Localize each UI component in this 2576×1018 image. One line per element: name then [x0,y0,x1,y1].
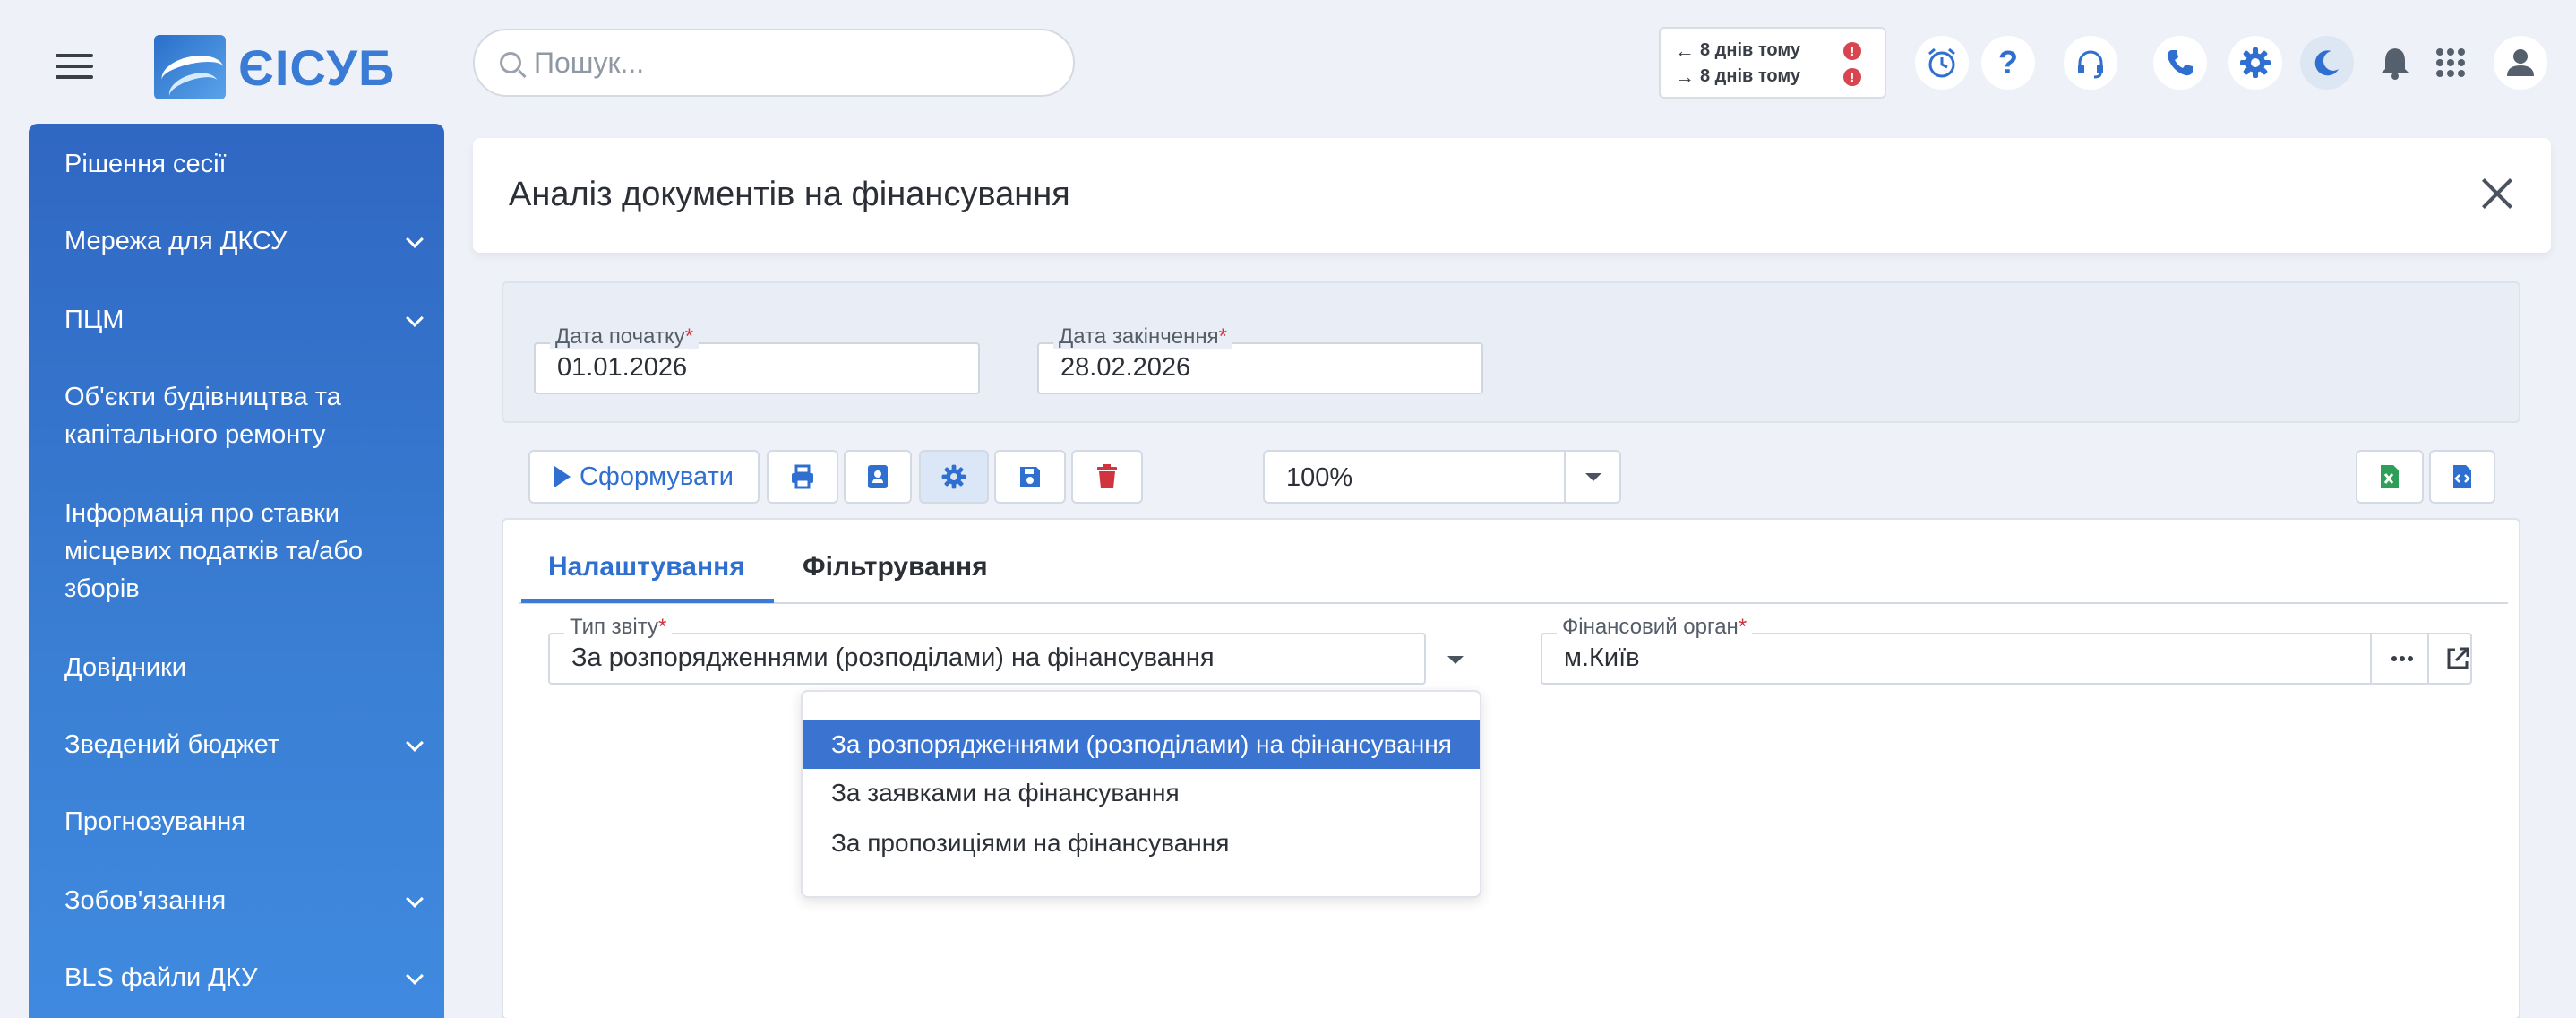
caret-down-icon[interactable] [1447,656,1464,664]
open-external-icon[interactable] [2434,636,2481,681]
sidebar-item-bls-files[interactable]: BLS файли ДКУ [64,959,424,996]
sidebar: Рішення сесії Мережа для ДКСУ ПЦМ Об'єкт… [29,124,444,1018]
start-date-field[interactable]: Дата початку* 01.01.2026 [534,324,980,394]
alert-icon: ! [1843,67,1861,86]
sidebar-item-label: Прогнозування [64,807,245,836]
financial-body-field[interactable]: Фінансовий орган* м.Київ [1541,615,2472,685]
alert-icon: ! [1843,41,1861,60]
sync-status[interactable]: ← 8 днів тому ! → 8 днів тому ! [1659,27,1886,99]
sidebar-item-label: Рішення сесії [64,150,227,178]
sidebar-item-label: ПЦМ [64,306,125,334]
moon-icon[interactable] [2300,36,2354,90]
sidebar-item-forecasting[interactable]: Прогнозування [64,803,423,841]
play-icon [554,466,571,487]
menu-icon[interactable] [56,54,93,81]
apps-grid-icon[interactable] [2424,36,2477,90]
sidebar-item-session-decisions[interactable]: Рішення сесії [64,145,423,183]
chevron-down-icon [406,309,424,327]
more-options-icon[interactable] [2377,636,2427,681]
zoom-select[interactable]: 100% [1263,450,1621,504]
contact-card-icon [868,465,888,488]
code-file-icon [2453,465,2471,488]
chevron-down-icon [406,734,424,752]
alarm-clock-icon[interactable] [1915,36,1969,90]
logo-text: ЄІСУБ [238,39,396,96]
dropdown-option[interactable]: За розпорядженнями (розподілами) на фіна… [803,720,1480,769]
sidebar-item-pcm[interactable]: ПЦМ [64,301,424,339]
dropdown-option[interactable]: За пропозиціями на фінансування [803,819,1480,867]
help-icon[interactable]: ? [1981,36,2035,90]
gear-icon [941,464,966,489]
chevron-down-icon [406,890,424,908]
arrow-left-icon: ← [1675,39,1695,62]
sync-outgoing-text: 8 днів тому [1700,40,1801,60]
print-button[interactable] [767,450,838,504]
sidebar-item-label: Зобов'язання [64,886,227,915]
sidebar-item-label: BLS файли ДКУ [64,963,258,992]
sidebar-item-dksu-network[interactable]: Мережа для ДКСУ [64,222,424,260]
sync-incoming-text: 8 днів тому [1700,66,1801,86]
sidebar-item-label: Інформація про ставки місцевих податків … [64,499,363,603]
zoom-value: 100% [1286,463,1353,492]
end-date-value: 28.02.2026 [1060,353,1191,382]
sidebar-item-label: Зведений бюджет [64,730,280,759]
generate-button[interactable]: Сформувати [528,450,760,504]
sidebar-item-construction-objects[interactable]: Об'єкти будівництва та капітального ремо… [64,378,423,453]
financial-body-label: Фінансовий орган* [1557,615,1753,640]
page-header: Аналіз документів на фінансування [473,138,2551,253]
bell-icon[interactable] [2368,36,2422,90]
trash-icon [1097,464,1117,488]
chevron-down-icon [406,967,424,985]
dropdown-option[interactable]: За заявками на фінансування [803,769,1480,817]
close-icon[interactable] [2469,165,2526,222]
report-type-value: За розпорядженнями (розподілами) на фіна… [571,643,1215,672]
headset-icon[interactable] [2064,36,2117,90]
user-icon[interactable] [2494,36,2547,90]
export-code-button[interactable] [2429,450,2495,504]
sidebar-item-obligations[interactable]: Зобов'язання [64,882,424,919]
sidebar-item-label: Об'єкти будівництва та капітального ремо… [64,383,341,449]
sidebar-item-directories[interactable]: Довідники [64,649,423,686]
financial-body-value: м.Київ [1564,643,1640,672]
arrow-right-icon: → [1675,65,1695,88]
settings-button[interactable] [919,450,989,504]
phone-icon[interactable] [2153,36,2207,90]
sidebar-item-local-tax-rates[interactable]: Інформація про ставки місцевих податків … [64,495,423,608]
export-excel-button[interactable] [2356,450,2424,504]
date-filter-panel: Дата початку* 01.01.2026 Дата закінчення… [502,281,2520,423]
page-title: Аналіз документів на фінансування [509,176,1070,213]
sidebar-item-label: Мережа для ДКСУ [64,227,288,255]
start-date-label: Дата початку* [550,324,700,349]
app-logo[interactable]: ЄІСУБ [154,34,395,100]
tab-filtering[interactable]: Фільтрування [803,552,988,582]
generate-button-label: Сформувати [580,462,734,491]
logo-emblem-icon [154,35,226,99]
caret-down-icon [1585,473,1601,481]
top-bar: ЄІСУБ ← 8 днів тому ! → 8 днів тому ! ? [0,0,2576,125]
report-type-label: Тип звіту* [564,615,673,640]
save-button[interactable] [994,450,1066,504]
search-box[interactable] [473,29,1075,97]
delete-button[interactable] [1071,450,1143,504]
contact-card-button[interactable] [844,450,912,504]
excel-file-icon [2381,465,2399,488]
chevron-down-icon [406,230,424,248]
search-input[interactable] [534,46,1035,80]
report-type-dropdown: За розпорядженнями (розподілами) на фіна… [801,690,1481,898]
sidebar-item-consolidated-budget[interactable]: Зведений бюджет [64,726,424,764]
end-date-label: Дата закінчення* [1053,324,1232,349]
search-icon [500,52,521,73]
sidebar-item-label: Довідники [64,653,186,682]
active-tab-indicator [521,599,774,603]
report-type-select[interactable]: Тип звіту* За розпорядженнями (розподіла… [548,615,1426,685]
start-date-value: 01.01.2026 [557,353,688,382]
printer-icon [792,464,813,489]
floppy-disk-icon [1020,467,1040,487]
gear-icon[interactable] [2228,36,2282,90]
tab-settings[interactable]: Налаштування [548,552,745,582]
end-date-field[interactable]: Дата закінчення* 28.02.2026 [1037,324,1483,394]
